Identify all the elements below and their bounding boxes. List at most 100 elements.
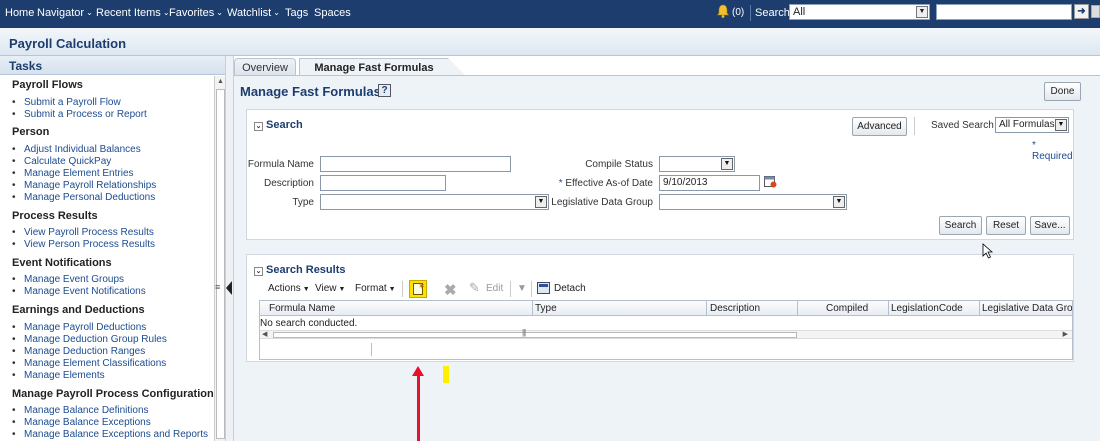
notification-count[interactable]: (0) xyxy=(732,7,744,18)
col-type[interactable]: Type xyxy=(535,303,557,314)
task-manage-personal-deductions[interactable]: Manage Personal Deductions xyxy=(12,192,155,203)
task-manage-deduction-ranges[interactable]: Manage Deduction Ranges xyxy=(12,346,145,357)
go-arrow-icon[interactable]: ➜ xyxy=(1074,4,1089,19)
dropdown-arrow-icon[interactable]: ▼ xyxy=(833,196,845,208)
nav-navigator[interactable]: Navigator ⌄ xyxy=(37,7,93,19)
toolbar-divider xyxy=(531,281,532,297)
create-icon[interactable]: ✶ xyxy=(409,280,427,298)
global-search-input[interactable] xyxy=(936,4,1072,20)
disclosure-icon[interactable]: ⌄ xyxy=(254,122,263,131)
scroll-right-icon[interactable]: ▶ xyxy=(1063,330,1068,338)
scrollbar-thumb[interactable] xyxy=(216,89,225,439)
ldg-select[interactable]: ▼ xyxy=(659,194,847,210)
task-group-process-results: Process Results xyxy=(12,210,98,222)
search-panel-header[interactable]: ⌄ Search xyxy=(254,119,303,131)
task-manage-balance-definitions[interactable]: Manage Balance Definitions xyxy=(12,405,148,416)
chevron-down-icon: ▼ xyxy=(338,286,346,293)
task-calculate-quickpay[interactable]: Calculate QuickPay xyxy=(12,156,111,167)
task-manage-event-groups[interactable]: Manage Event Groups xyxy=(12,274,124,285)
nav-recent-items[interactable]: Recent Items ⌄ xyxy=(96,7,170,19)
tab-strip: Overview Manage Fast Formulas xyxy=(234,56,1100,76)
actions-menu[interactable]: Actions ▼ xyxy=(268,283,310,294)
task-submit-process-report[interactable]: Submit a Process or Report xyxy=(12,109,147,120)
task-manage-payroll-deductions[interactable]: Manage Payroll Deductions xyxy=(12,322,146,333)
saved-search-select[interactable]: All Formulas ▼ xyxy=(995,117,1069,133)
calendar-icon[interactable] xyxy=(764,175,777,188)
nav-tags[interactable]: Tags xyxy=(285,7,308,19)
column-divider xyxy=(888,301,889,316)
type-label: Type xyxy=(292,197,314,208)
bell-icon[interactable] xyxy=(717,4,729,18)
formula-name-input[interactable] xyxy=(320,156,511,172)
tasks-scrollbar[interactable]: ▲ xyxy=(214,76,225,441)
pencil-icon[interactable]: ✎ xyxy=(469,280,480,296)
delete-icon[interactable]: ✖ xyxy=(444,281,457,299)
task-manage-element-entries[interactable]: Manage Element Entries xyxy=(12,168,133,179)
reset-button[interactable]: Reset xyxy=(986,216,1026,235)
task-manage-balance-exceptions[interactable]: Manage Balance Exceptions xyxy=(12,417,151,428)
table-hscrollbar[interactable]: ◀ ||| ▶ xyxy=(260,328,1072,339)
results-panel-header[interactable]: ⌄ Search Results xyxy=(254,264,345,276)
search-button[interactable]: Search xyxy=(939,216,982,235)
tasks-header-label: Tasks xyxy=(9,59,43,73)
global-header: Home Navigator ⌄ Recent Items ⌄ Favorites ⌄… xyxy=(0,0,1100,28)
nav-spaces[interactable]: Spaces xyxy=(314,7,351,19)
effective-date-input[interactable]: 9/10/2013 xyxy=(659,175,760,191)
format-menu[interactable]: Format ▼ xyxy=(355,283,396,294)
compile-status-select[interactable]: ▼ xyxy=(659,156,735,172)
results-panel: ⌄ Search Results Actions ▼ View ▼ Format ▼ ✶… xyxy=(246,254,1074,362)
dropdown-arrow-icon[interactable]: ▼ xyxy=(916,6,928,18)
col-formula-name[interactable]: Formula Name xyxy=(269,303,335,314)
tab-manage-fast-formulas[interactable]: Manage Fast Formulas xyxy=(299,58,466,76)
task-manage-payroll-relationships[interactable]: Manage Payroll Relationships xyxy=(12,180,156,191)
dropdown-arrow-icon[interactable]: ▼ xyxy=(1055,119,1067,131)
scroll-left-icon[interactable]: ◀ xyxy=(262,330,267,338)
nav-navigator-label: Navigator xyxy=(37,7,85,19)
col-legislation-code[interactable]: LegislationCode xyxy=(891,303,963,314)
scroll-up-icon[interactable]: ▲ xyxy=(217,78,224,85)
tab-overview[interactable]: Overview xyxy=(234,58,296,76)
save-button[interactable]: Save... xyxy=(1030,216,1070,235)
nav-watchlist[interactable]: Watchlist ⌄ xyxy=(227,7,280,19)
results-panel-title: Search Results xyxy=(266,264,346,276)
ldg-label: Legislative Data Group xyxy=(551,197,653,208)
task-submit-payroll-flow[interactable]: Submit a Payroll Flow xyxy=(12,97,121,108)
type-select[interactable]: ▼ xyxy=(320,194,549,210)
description-input[interactable] xyxy=(320,175,446,191)
task-adjust-balances[interactable]: Adjust Individual Balances xyxy=(12,144,141,155)
tasks-panel: Tasks Payroll Flows Submit a Payroll Flo… xyxy=(0,56,226,441)
search-scope-select[interactable]: All ▼ xyxy=(789,4,930,20)
done-button[interactable]: Done xyxy=(1044,82,1081,101)
task-view-payroll-process-results[interactable]: View Payroll Process Results xyxy=(12,227,154,238)
task-manage-elements[interactable]: Manage Elements xyxy=(12,370,105,381)
dropdown-arrow-icon[interactable]: ▼ xyxy=(535,196,547,208)
advanced-button[interactable]: Advanced xyxy=(852,117,907,136)
chevron-down-icon: ⌄ xyxy=(216,8,223,17)
disclosure-icon[interactable]: ⌄ xyxy=(254,267,263,276)
scrollbar-thumb[interactable] xyxy=(273,332,797,338)
more-dropdown-icon[interactable]: ▼ xyxy=(517,283,527,294)
task-manage-element-classifications[interactable]: Manage Element Classifications xyxy=(12,358,166,369)
dropdown-arrow-icon[interactable]: ▼ xyxy=(721,158,733,170)
task-manage-event-notifications[interactable]: Manage Event Notifications xyxy=(12,286,146,297)
panel-splitter[interactable]: ≡ xyxy=(215,56,234,441)
task-manage-deduction-group-rules[interactable]: Manage Deduction Group Rules xyxy=(12,334,167,345)
mouse-cursor-icon xyxy=(982,243,994,259)
task-view-person-process-results[interactable]: View Person Process Results xyxy=(12,239,155,250)
col-ldg[interactable]: Legislative Data Group xyxy=(982,303,1072,314)
task-group-person: Person xyxy=(12,126,50,138)
task-manage-balance-exceptions-reports[interactable]: Manage Balance Exceptions and Reports xyxy=(12,429,208,440)
col-description[interactable]: Description xyxy=(710,303,760,314)
settings-icon[interactable] xyxy=(1091,5,1100,18)
edit-button[interactable]: Edit xyxy=(486,283,503,294)
detach-icon[interactable] xyxy=(537,282,550,294)
detach-button[interactable]: Detach xyxy=(554,283,586,294)
nav-home[interactable]: Home xyxy=(5,7,34,19)
nav-favorites[interactable]: Favorites ⌄ xyxy=(169,7,223,19)
help-icon[interactable]: ? xyxy=(378,84,391,97)
column-divider xyxy=(797,301,798,316)
col-compiled[interactable]: Compiled xyxy=(826,303,868,314)
collapse-panel-icon[interactable] xyxy=(226,281,232,295)
view-menu[interactable]: View ▼ xyxy=(315,283,345,294)
description-label: Description xyxy=(263,178,314,189)
